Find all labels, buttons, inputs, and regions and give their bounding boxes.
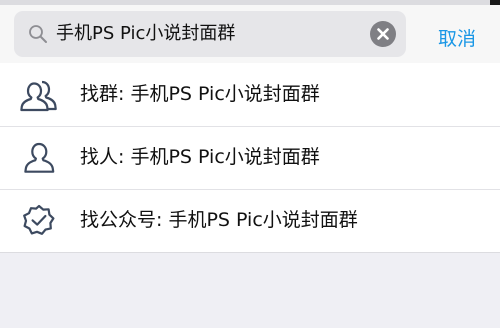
find-person-label: 找人: 手机PS Pic小说封面群 [80,146,320,168]
find-group-row[interactable]: 找群: 手机PS Pic小说封面群 [0,63,500,126]
person-icon [20,141,60,175]
search-field[interactable]: 手机PS Pic小说封面群 [14,11,406,57]
search-screen: 手机PS Pic小说封面群 取消 找群: 手机PS Pic小说封面群 找人: 手… [0,0,500,328]
search-results-list: 找群: 手机PS Pic小说封面群 找人: 手机PS Pic小说封面群 找公众号… [0,63,500,252]
clear-icon[interactable] [370,21,396,47]
cancel-button[interactable]: 取消 [432,10,482,68]
find-group-label: 找群: 手机PS Pic小说封面群 [80,83,320,105]
search-bar: 手机PS Pic小说封面群 取消 [0,5,500,63]
find-person-row[interactable]: 找人: 手机PS Pic小说封面群 [0,126,500,189]
verified-badge-icon [20,204,60,238]
list-divider [0,252,500,253]
find-official-account-label: 找公众号: 手机PS Pic小说封面群 [80,209,358,231]
group-icon [20,78,60,112]
search-input[interactable]: 手机PS Pic小说封面群 [56,11,356,57]
find-official-account-row[interactable]: 找公众号: 手机PS Pic小说封面群 [0,189,500,252]
search-icon [28,24,48,44]
